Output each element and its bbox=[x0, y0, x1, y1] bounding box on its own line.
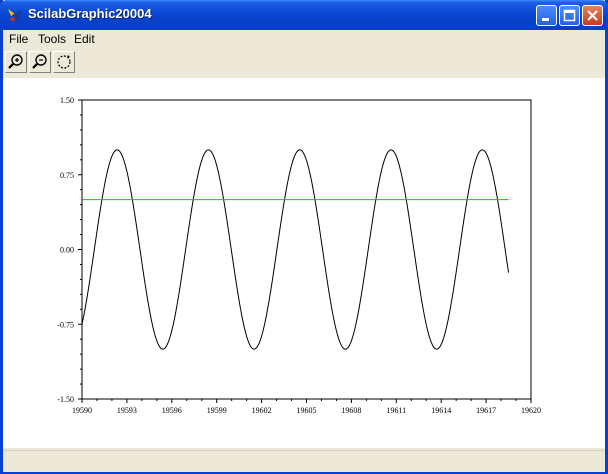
minimize-button[interactable] bbox=[536, 5, 557, 26]
zoom-in-button[interactable] bbox=[5, 51, 27, 73]
y-tick-label: 0.75 bbox=[60, 171, 74, 180]
x-tick-label: 19605 bbox=[297, 406, 317, 415]
window: ScilabGraphic20004 File Tools Edit 1.50 … bbox=[0, 0, 608, 474]
toolbar bbox=[3, 50, 605, 74]
zoom-in-icon bbox=[8, 54, 23, 69]
x-tick-label: 19602 bbox=[252, 406, 272, 415]
menu-edit[interactable]: Edit bbox=[74, 32, 95, 46]
menu-bar: File Tools Edit bbox=[3, 30, 605, 48]
plot-frame bbox=[81, 99, 532, 400]
maximize-icon bbox=[563, 9, 576, 22]
close-button[interactable] bbox=[582, 5, 603, 26]
graphics-canvas[interactable]: 1.50 0.75 0.00 -0.75 -1.50 19590 19593 19596 19… bbox=[3, 78, 605, 448]
x-tick-label: 19593 bbox=[117, 406, 137, 415]
x-tick-label: 19614 bbox=[431, 406, 451, 415]
y-tick-label: -0.75 bbox=[57, 320, 74, 329]
zoom-out-icon bbox=[32, 54, 47, 69]
title-bar[interactable]: ScilabGraphic20004 bbox=[0, 0, 608, 30]
x-tick-label: 19611 bbox=[386, 406, 406, 415]
menu-file[interactable]: File bbox=[9, 32, 28, 46]
rotate-icon bbox=[57, 55, 71, 69]
zoom-out-button[interactable] bbox=[29, 51, 51, 73]
maximize-button[interactable] bbox=[559, 5, 580, 26]
x-tick-label: 19617 bbox=[476, 406, 496, 415]
line-chart: 1.50 0.75 0.00 -0.75 -1.50 19590 19593 19596 19… bbox=[57, 96, 541, 415]
close-icon bbox=[587, 10, 598, 21]
status-bar bbox=[3, 450, 605, 472]
x-tick-label: 19608 bbox=[341, 406, 361, 415]
y-tick-label: -1.50 bbox=[57, 395, 74, 404]
window-title: ScilabGraphic20004 bbox=[28, 6, 152, 21]
y-tick-label: 1.50 bbox=[60, 96, 74, 105]
scilab-app-icon bbox=[6, 6, 24, 24]
minimize-icon bbox=[542, 18, 549, 21]
rotate-button[interactable] bbox=[53, 51, 75, 73]
x-tick-label: 19596 bbox=[162, 406, 182, 415]
menu-tools[interactable]: Tools bbox=[38, 32, 66, 46]
x-tick-label: 19599 bbox=[207, 406, 227, 415]
x-tick-label: 19590 bbox=[72, 406, 92, 415]
x-tick-label: 19620 bbox=[521, 406, 541, 415]
y-tick-label: 0.00 bbox=[60, 246, 74, 255]
